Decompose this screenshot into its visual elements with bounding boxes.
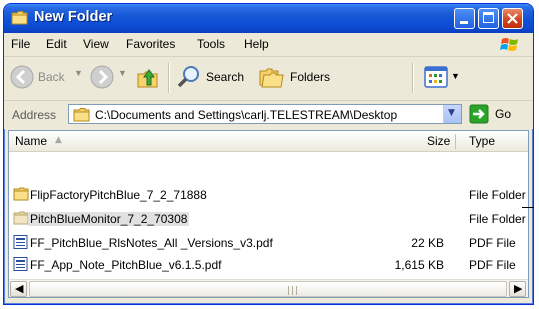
folder-icon — [13, 187, 29, 201]
file-name: FF_PitchBlue_RlsNotes_All _Versions_v3.p… — [30, 236, 273, 250]
column-divider[interactable] — [455, 134, 456, 149]
folder-icon — [11, 11, 28, 25]
window-title: New Folder — [34, 9, 113, 25]
views-button[interactable]: ▼ — [424, 66, 462, 90]
scroll-right-button[interactable]: ▶ — [509, 281, 526, 297]
go-label: Go — [495, 107, 512, 121]
menu-favorites[interactable]: Favorites — [126, 37, 175, 51]
search-button[interactable]: Search — [176, 65, 254, 93]
pdf-file-icon — [13, 235, 28, 249]
file-size: 22 KB — [411, 236, 444, 250]
back-arrow-icon — [10, 65, 34, 89]
folder-icon — [73, 108, 90, 122]
file-type: PDF File — [469, 258, 516, 272]
address-value: C:\Documents and Settings\carlj.TELESTRE… — [95, 108, 398, 122]
menu-file[interactable]: File — [11, 37, 30, 51]
menu-view[interactable]: View — [83, 37, 109, 51]
forward-button[interactable]: ▼ — [90, 65, 128, 93]
maximize-button[interactable] — [478, 8, 499, 29]
back-button[interactable]: Back ▼ — [10, 65, 90, 93]
file-name: PitchBlueMonitor_7_2_70308 — [28, 212, 190, 226]
menu-edit[interactable]: Edit — [46, 37, 67, 51]
toolbar-separator — [412, 63, 414, 93]
toolbar: Back ▼ ▼ Search Folders ▼ — [4, 57, 533, 101]
pdf-file-icon — [13, 257, 28, 271]
menu-help[interactable]: Help — [244, 37, 269, 51]
grip-icon: ||| — [287, 286, 300, 296]
scroll-left-button[interactable]: ◀ — [10, 281, 27, 297]
folders-label: Folders — [290, 70, 331, 84]
explorer-window: New Folder File Edit View Favorites Tool… — [3, 3, 534, 305]
file-type: PDF File — [469, 236, 516, 250]
menu-bar: File Edit View Favorites Tools Help — [4, 33, 533, 57]
file-type: File Folder — [469, 212, 526, 226]
chevron-left-icon: ◀ — [15, 282, 24, 295]
go-arrow-icon — [469, 104, 489, 124]
address-bar: Address C:\Documents and Settings\carlj.… — [4, 101, 533, 129]
file-size: 1,615 KB — [394, 258, 444, 272]
search-label: Search — [206, 70, 245, 84]
menu-tools[interactable]: Tools — [197, 37, 225, 51]
column-header-type[interactable]: Type — [469, 134, 495, 148]
horizontal-scrollbar[interactable]: ◀ ||| ▶ — [9, 279, 528, 297]
toolbar-separator — [168, 63, 170, 93]
chevron-right-icon: ▶ — [514, 282, 523, 295]
folders-button[interactable]: Folders — [258, 65, 340, 93]
sort-ascending-icon: ▲ — [55, 135, 62, 145]
list-item[interactable]: PitchBlueMonitor_7_2_70308 File Folder — [9, 209, 528, 229]
file-type: File Folder — [469, 188, 526, 202]
up-folder-icon[interactable] — [136, 66, 160, 90]
folder-icon — [13, 211, 29, 225]
maximize-icon — [483, 12, 494, 23]
views-dropdown-icon: ▼ — [451, 71, 460, 81]
folders-icon — [259, 68, 284, 88]
list-item[interactable]: FF_PitchBlue_RlsNotes_All _Versions_v3.p… — [9, 233, 528, 253]
chevron-down-icon: ▼ — [448, 108, 455, 118]
address-dropdown-button[interactable]: ▼ — [443, 105, 461, 123]
go-button[interactable]: Go — [469, 104, 529, 124]
list-item[interactable]: FF_App_Note_PitchBlue_v6.1.5.pdf 1,615 K… — [9, 255, 528, 275]
close-icon — [507, 13, 518, 24]
search-icon — [177, 66, 199, 88]
column-header-name[interactable]: Name — [15, 134, 47, 148]
windows-logo-icon — [500, 38, 518, 51]
list-item[interactable]: FlipFactoryPitchBlue_7_2_71888 File Fold… — [9, 185, 528, 205]
file-name: FF_App_Note_PitchBlue_v6.1.5.pdf — [30, 258, 222, 272]
back-label: Back — [38, 70, 65, 84]
address-label: Address — [12, 108, 57, 122]
file-name: FlipFactoryPitchBlue_7_2_71888 — [30, 188, 207, 202]
forward-arrow-icon — [90, 65, 114, 89]
views-icon — [424, 66, 448, 88]
column-header-size[interactable]: Size — [427, 134, 450, 148]
title-bar[interactable]: New Folder — [4, 4, 533, 33]
column-header-row: Name ▲ Size Type — [9, 131, 528, 152]
forward-dropdown-icon: ▼ — [118, 68, 127, 78]
minimize-button[interactable] — [454, 8, 475, 29]
callout-line — [522, 207, 534, 208]
scroll-thumb[interactable]: ||| — [29, 281, 507, 297]
close-button[interactable] — [502, 8, 523, 29]
minimize-icon — [460, 21, 468, 24]
address-field[interactable]: C:\Documents and Settings\carlj.TELESTRE… — [68, 104, 462, 124]
file-list[interactable]: Name ▲ Size Type FlipFactoryPitchBlue_7_… — [8, 130, 529, 298]
back-dropdown-icon: ▼ — [74, 68, 83, 78]
